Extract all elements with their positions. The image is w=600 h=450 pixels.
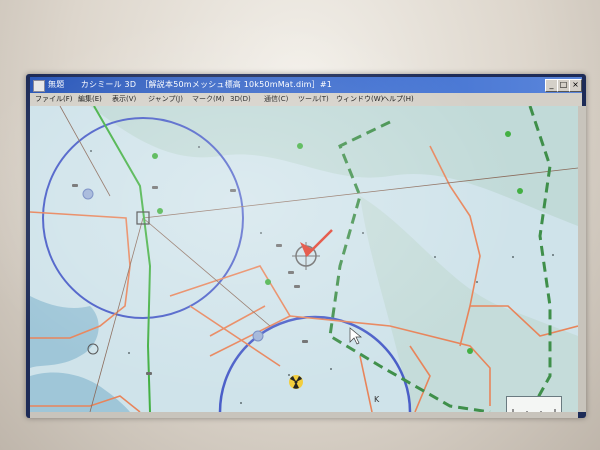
menu-help[interactable]: ヘルプ(H)	[382, 93, 414, 106]
menu-tools[interactable]: ツール(T)	[298, 93, 329, 106]
title-bar[interactable]: 無題 カシミール 3D ［解説本50mメッシュ標高 10k50mMat.dim］…	[30, 77, 582, 93]
menu-comm[interactable]: 通信(C)	[264, 93, 288, 106]
location-marker-icon	[82, 188, 94, 200]
window-title: 無題 カシミール 3D ［解説本50mメッシュ標高 10k50mMat.dim］…	[48, 80, 333, 89]
menu-window[interactable]: ウィンドウ(W)	[336, 93, 383, 106]
menu-bar: ファイル(F) 編集(E) 表示(V) ジャンプ(J) マーク(M) 3D(D)…	[30, 93, 582, 106]
radiation-hazard-icon	[289, 375, 303, 389]
menu-3d[interactable]: 3D(D)	[230, 93, 251, 106]
map-canvas[interactable]: K	[29, 105, 579, 418]
app-icon[interactable]	[33, 80, 45, 92]
application-window: 無題 カシミール 3D ［解説本50mメッシュ標高 10k50mMat.dim］…	[26, 74, 586, 418]
menu-edit[interactable]: 編集(E)	[78, 93, 102, 106]
vertical-scrollbar[interactable]	[578, 106, 586, 412]
bracket-glyph: K	[374, 395, 380, 404]
menu-mark[interactable]: マーク(M)	[192, 93, 225, 106]
menu-view[interactable]: 表示(V)	[112, 93, 136, 106]
horizontal-scrollbar[interactable]	[30, 412, 578, 418]
menu-file[interactable]: ファイル(F)	[35, 93, 73, 106]
menu-jump[interactable]: ジャンプ(J)	[148, 93, 183, 106]
location-marker-icon	[252, 330, 264, 342]
close-button[interactable]: ×	[569, 79, 582, 92]
map-svg: K	[29, 105, 579, 414]
